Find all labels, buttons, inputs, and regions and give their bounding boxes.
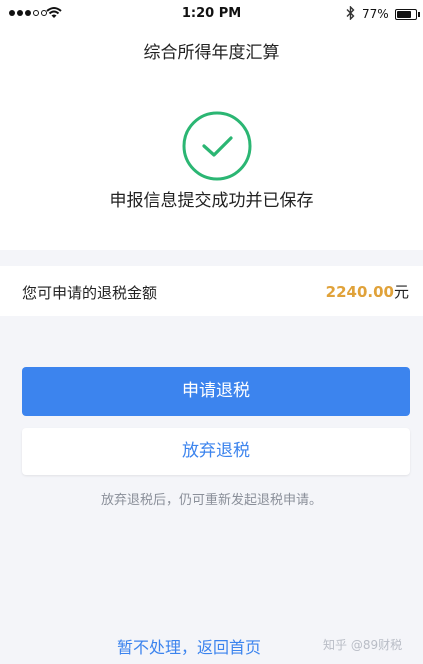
watermark: 知乎 @89财税 [323, 638, 403, 652]
abandon-refund-button[interactable]: 放弃退税 [22, 428, 410, 475]
apply-refund-button[interactable]: 申请退税 [22, 367, 410, 416]
refund-amount-unit: 元 [393, 283, 409, 301]
page-title: 综合所得年度汇算 [143, 43, 280, 63]
status-time: 1:20 PM [181, 6, 242, 21]
battery-fill [397, 11, 411, 18]
status-bar: 1:20 PM 77% [0, 0, 423, 28]
return-home-link[interactable]: 暂不处理，返回首页 [117, 634, 261, 658]
refund-label: 您可申请的退税金额 [22, 284, 158, 302]
battery-percent: 77% [362, 7, 389, 21]
battery-tip [418, 12, 420, 17]
refund-amount-row: 您可申请的退税金额 2240.00元 [0, 266, 423, 316]
refund-amount: 2240.00元 [326, 281, 409, 302]
success-message: 申报信息提交成功并已保存 [109, 191, 314, 211]
refund-amount-value: 2240.00 [325, 283, 394, 301]
result-card: 综合所得年度汇算 申报信息提交成功并已保存 [0, 28, 423, 250]
bluetooth-icon [346, 5, 355, 24]
check-circle-icon [182, 111, 252, 181]
battery-icon [395, 9, 417, 20]
abandon-hint: 放弃退税后，仍可重新发起退税申请。 [100, 493, 322, 508]
